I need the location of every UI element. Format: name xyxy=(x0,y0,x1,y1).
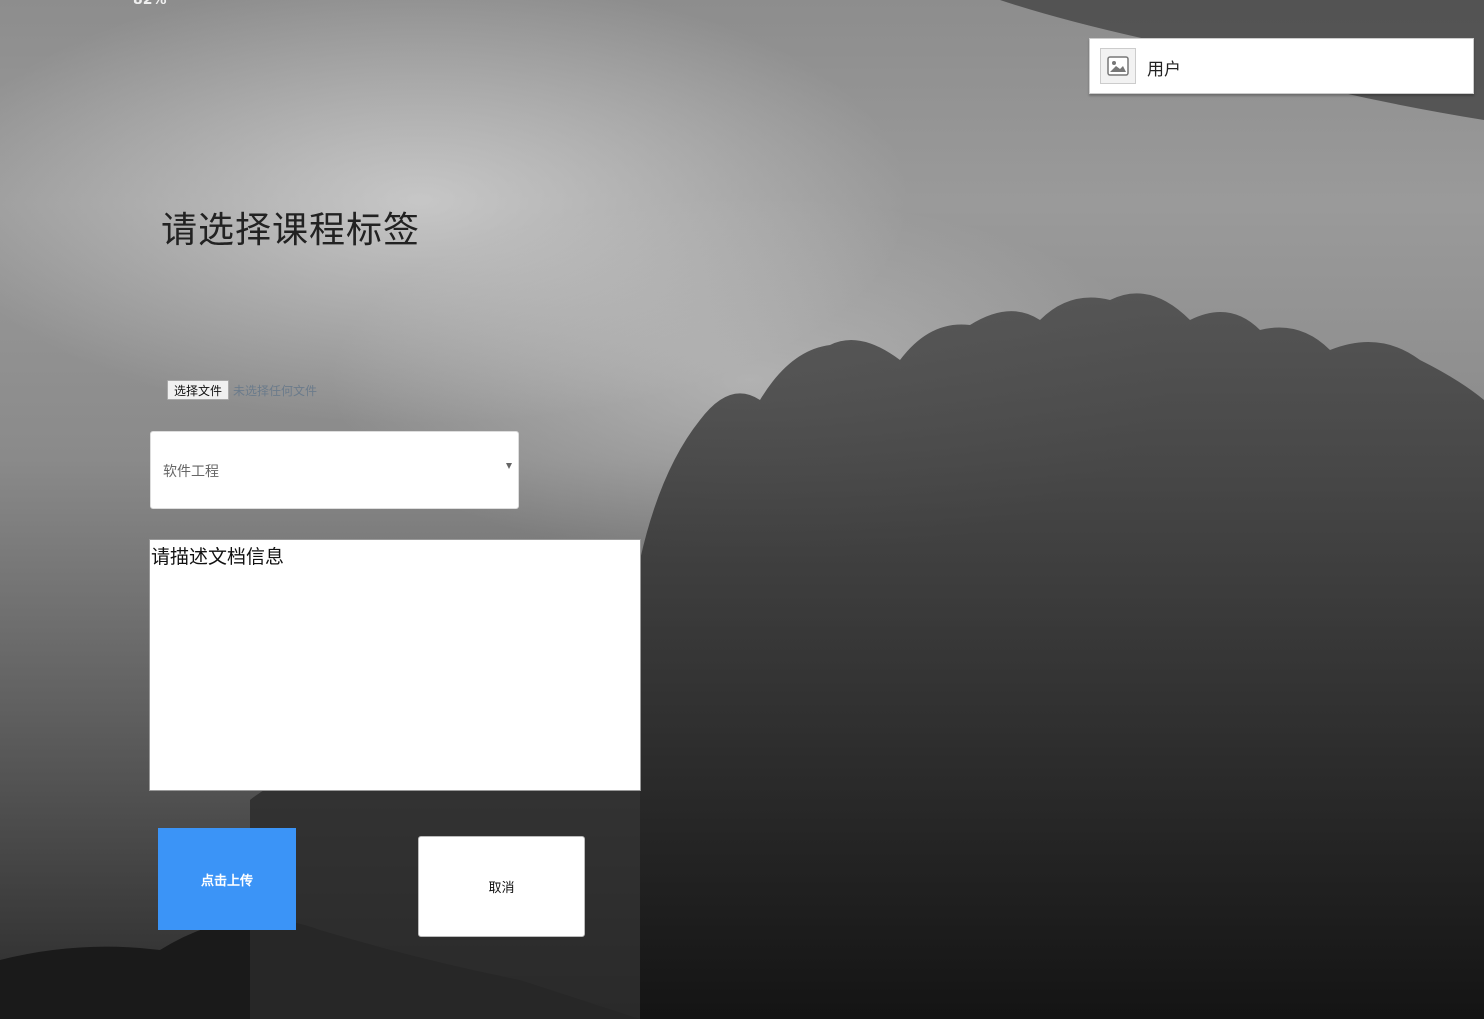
status-text: 82% xyxy=(133,0,167,8)
dropdown-arrow-icon xyxy=(506,463,512,469)
course-select-value: 软件工程 xyxy=(163,464,219,480)
user-label: 用户 xyxy=(1147,60,1181,80)
page-title: 请选择课程标签 xyxy=(161,210,421,251)
user-card[interactable]: 用户 xyxy=(1089,38,1474,94)
file-chooser: 选择文件 未选择任何文件 xyxy=(167,380,317,400)
description-textarea[interactable] xyxy=(149,539,641,791)
choose-file-button[interactable]: 选择文件 xyxy=(167,380,230,400)
course-tag-select[interactable]: 软件工程 xyxy=(150,431,519,509)
file-status-text: 未选择任何文件 xyxy=(233,383,318,398)
cancel-button[interactable]: 取消 xyxy=(418,836,585,937)
image-placeholder-icon xyxy=(1100,48,1136,84)
upload-button[interactable]: 点击上传 xyxy=(158,828,296,930)
